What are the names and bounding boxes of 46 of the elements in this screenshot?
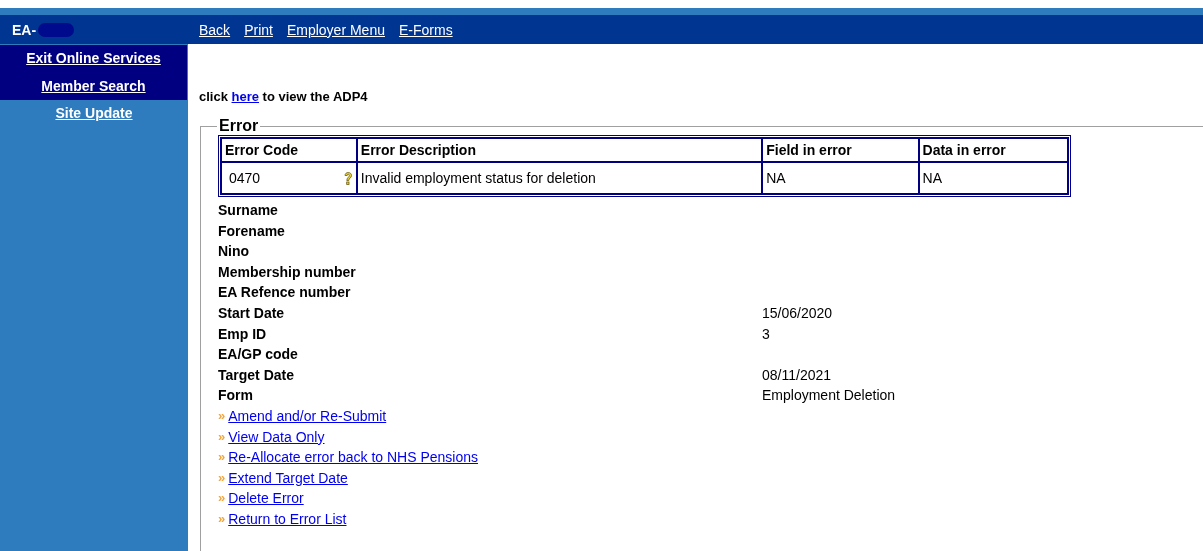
bullet-marker: »: [218, 468, 226, 487]
field-value: 08/11/2021: [762, 365, 833, 385]
nav-link[interactable]: Print: [244, 21, 273, 38]
bullet-marker: »: [218, 427, 226, 446]
here-link[interactable]: here: [231, 89, 259, 104]
field-label: Surname: [218, 201, 279, 220]
field-label: Form: [218, 386, 254, 406]
field-label: Start Date: [218, 303, 286, 323]
action-link[interactable]: Extend Target Date: [228, 467, 348, 489]
field-label: EA Refence number: [218, 283, 352, 303]
action-link[interactable]: Re-Allocate error back to NHS Pensions: [228, 447, 478, 468]
field-value: 3: [762, 324, 771, 344]
action-link[interactable]: Amend and/or Re-Submit: [228, 405, 387, 427]
field-label: Nino: [218, 242, 251, 262]
column-header: Error Description: [356, 138, 763, 162]
field-label: Forename: [218, 221, 286, 241]
bullet-marker: »: [218, 489, 226, 508]
account-code: EA-: [12, 21, 37, 38]
column-header: Data in error: [918, 138, 1068, 162]
bullet-marker: »: [218, 406, 226, 425]
help-icon[interactable]: [342, 170, 353, 186]
nav-link[interactable]: E-Forms: [398, 21, 453, 38]
action-link[interactable]: View Data Only: [228, 426, 325, 448]
bullet-marker: »: [218, 509, 226, 528]
action-link[interactable]: Return to Error List: [228, 508, 347, 530]
sidebar-link[interactable]: Member Search: [0, 72, 187, 100]
nav-link[interactable]: Employer Menu: [286, 21, 385, 38]
field-value: Employment Deletion: [762, 386, 897, 406]
field-label: Membership number: [218, 262, 357, 282]
table-cell: NA: [918, 162, 1068, 194]
sidebar-link[interactable]: Site Update: [0, 100, 188, 128]
intro-text: click here to view the ADP4: [199, 89, 369, 106]
field-label: Emp ID: [218, 324, 268, 344]
table-cell: NA: [762, 162, 919, 194]
nav-link[interactable]: Back: [199, 21, 231, 38]
table-cell: Invalid employment status for deletion: [356, 162, 763, 194]
panel-legend: Error: [217, 117, 261, 135]
field-label: EA/GP code: [218, 345, 299, 365]
field-value: 15/06/2020: [762, 303, 834, 323]
action-link[interactable]: Delete Error: [228, 488, 304, 509]
error-code: 0470: [229, 170, 261, 186]
sidebar-link[interactable]: Exit Online Services: [0, 45, 187, 73]
column-header: Field in error: [762, 138, 919, 162]
bullet-marker: »: [218, 448, 226, 467]
column-header: Error Code: [221, 138, 357, 162]
field-label: Target Date: [218, 365, 295, 385]
